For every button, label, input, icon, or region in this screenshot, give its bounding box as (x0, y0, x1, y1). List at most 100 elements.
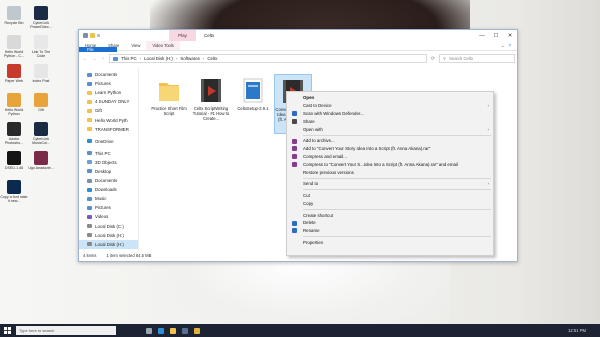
edge-icon[interactable] (158, 327, 164, 334)
nav-item[interactable]: Local Disk (C:) (79, 222, 138, 231)
chevron-right-icon: › (487, 126, 490, 132)
taskbar-search[interactable]: Type here to search (16, 326, 116, 335)
menu-separator (303, 189, 491, 191)
context-menu-item[interactable]: Compress and email... (287, 153, 493, 161)
nav-item[interactable]: Downloads (79, 185, 138, 194)
context-menu-item[interactable]: Restore previous versions (287, 168, 493, 176)
desktop-icon[interactable]: Adobe Photosho... (0, 122, 28, 146)
nav-item-label: Gift (95, 108, 102, 114)
context-menu-item[interactable]: Cut (287, 192, 493, 200)
search-placeholder: Search Celtx (449, 56, 474, 61)
help-icon[interactable]: ? (508, 43, 511, 48)
desktop-icon[interactable]: Gift (27, 93, 55, 112)
search-box[interactable]: ⚲ Search Celtx (439, 54, 515, 63)
nav-item[interactable]: Hello World Pyth (79, 115, 138, 124)
nav-item[interactable]: Music (79, 194, 138, 203)
forward-button[interactable]: → (91, 56, 97, 62)
folder-icon (87, 196, 92, 201)
context-menu-item[interactable]: Rename (287, 227, 493, 235)
desktop-icon-label: Paper Web (5, 79, 23, 83)
context-menu-item[interactable]: Open (287, 94, 493, 102)
nav-item[interactable]: Pictures (79, 79, 138, 88)
file-item[interactable]: Practice Short Film Script (150, 74, 188, 116)
tab-video-tools[interactable]: Video Tools (146, 41, 180, 50)
nav-item[interactable]: Learn Python (79, 88, 138, 97)
store-icon[interactable] (182, 327, 188, 334)
nav-item[interactable]: 4 SUNDAY ONLY (79, 97, 138, 106)
nav-item[interactable]: Documents (79, 70, 138, 79)
desktop-icon[interactable]: Paper Web (0, 64, 28, 83)
context-menu-item[interactable]: Add to "Convert Your Story Idea Into a S… (287, 145, 493, 153)
desktop-icon[interactable]: Hello World Python (0, 93, 28, 117)
nav-item[interactable]: Documents (79, 176, 138, 185)
close-button[interactable]: ✕ (503, 30, 517, 41)
minimize-button[interactable]: — (475, 30, 489, 41)
desktop-icon[interactable]: index Post (27, 64, 55, 83)
address-bar[interactable]: This PC › Local Disk (H:) › Softwares › … (109, 54, 427, 63)
breadcrumb-this-pc[interactable]: This PC (121, 56, 137, 61)
breadcrumb-celtx[interactable]: Celtx (207, 56, 217, 61)
file-name: CeltxSetup-2.9.1 (237, 106, 269, 111)
dropdown-icon[interactable] (97, 34, 100, 37)
context-menu-item[interactable]: Compress to "Convert Your S...Idea Into … (287, 161, 493, 169)
file-item[interactable]: CeltxSetup-2.9.1 (234, 74, 272, 111)
file-item[interactable]: Celtx ScriptWriting Tutorial - #1 How to… (192, 74, 230, 121)
menu-item-label: Cast to Device (303, 103, 332, 109)
nav-item[interactable]: Local Disk (H:) (79, 231, 138, 240)
desktop-app-icon (34, 93, 48, 107)
expand-ribbon-icon[interactable]: ⌄ (501, 43, 505, 49)
menu-item-icon (292, 138, 297, 144)
start-button[interactable] (0, 327, 14, 334)
nav-item[interactable]: Desktop (79, 167, 138, 176)
desktop-icon[interactable]: Copy a font makr it new... (0, 180, 28, 204)
folder-icon (87, 99, 92, 104)
context-menu-item[interactable]: Send to › (287, 180, 493, 188)
desktop-icon[interactable]: Recycle Bin (0, 6, 28, 25)
context-menu-item[interactable]: Copy (287, 199, 493, 207)
tab-view[interactable]: View (125, 41, 146, 50)
desktop-icon[interactable]: DSED-1.46 (0, 151, 28, 170)
refresh-icon[interactable]: ⟳ (430, 56, 436, 62)
nav-item-label: Local Disk (C:) (95, 223, 124, 229)
nav-item[interactable]: TRANSFORMER (79, 125, 138, 134)
context-menu-item[interactable]: Create shortcut (287, 211, 493, 219)
desktop-icon[interactable]: Link To The Code (27, 35, 55, 59)
nav-item[interactable]: This PC (79, 149, 138, 158)
chrome-icon[interactable] (194, 327, 200, 334)
nav-item[interactable]: 3D Objects (79, 158, 138, 167)
breadcrumb-softwares[interactable]: Softwares (180, 56, 200, 61)
desktop-icon-label: Adobe Photosho... (4, 137, 24, 146)
folder-icon[interactable] (90, 33, 95, 38)
context-menu-item[interactable]: Scan with Windows Defender... (287, 110, 493, 118)
context-menu-item[interactable]: Open with › (287, 125, 493, 133)
installer-icon (242, 77, 264, 104)
this-pc-icon (113, 56, 118, 61)
breadcrumb-local-disk[interactable]: Local Disk (H:) (144, 56, 173, 61)
up-button[interactable]: ↑ (100, 56, 106, 62)
back-button[interactable]: ← (82, 56, 88, 62)
context-menu-item[interactable]: Add to archive... (287, 137, 493, 145)
context-menu-item[interactable]: Properties (287, 238, 493, 246)
nav-item[interactable]: Videos (79, 212, 138, 221)
nav-item-label: 3D Objects (95, 159, 117, 165)
save-icon[interactable] (83, 33, 88, 38)
nav-item[interactable]: Gift (79, 106, 138, 115)
context-menu-item[interactable]: Share (287, 118, 493, 126)
folder-icon (87, 233, 92, 238)
nav-item[interactable]: Local Disk (H:) (79, 239, 138, 249)
taskbar-clock[interactable]: 12:51 PM (568, 328, 586, 333)
nav-item-label: Downloads (95, 187, 117, 193)
nav-item[interactable]: Pictures (79, 203, 138, 212)
desktop-icon-label: CyberLink PowerDirec... (30, 21, 52, 30)
maximize-button[interactable]: ☐ (489, 30, 503, 41)
context-menu-item[interactable]: Cast to Device › (287, 102, 493, 110)
task-view-icon[interactable] (146, 327, 152, 334)
nav-item[interactable]: OneDrive (79, 137, 138, 146)
contextual-tab-play[interactable]: Play (169, 30, 196, 41)
desktop-icon[interactable]: Ugo Anadozie... (27, 151, 55, 170)
context-menu-item[interactable]: Delete (287, 219, 493, 227)
desktop-icon[interactable]: Hello World Python - C... (0, 35, 28, 59)
desktop-icon[interactable]: CyberLink MusicCol... (27, 122, 55, 146)
file-explorer-icon[interactable] (170, 327, 176, 334)
desktop-icon[interactable]: CyberLink PowerDirec... (27, 6, 55, 30)
